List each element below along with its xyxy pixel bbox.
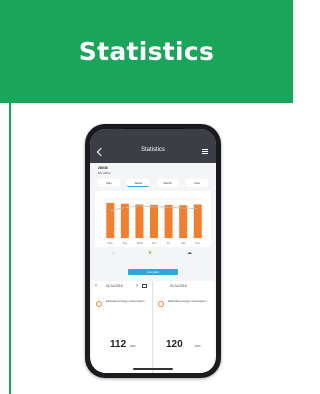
chart-x-tick: Sun xyxy=(195,241,200,245)
app-bar: Statistics xyxy=(90,129,216,163)
chart-point xyxy=(167,206,170,209)
next-week-arrow[interactable]: › xyxy=(136,283,138,289)
compare-date: 23 Jul 2018 xyxy=(170,284,187,288)
compare-label: Estimated energy consumption xyxy=(168,299,207,303)
page-title: Statistics xyxy=(78,37,215,66)
tab-month[interactable]: Month xyxy=(156,179,179,187)
compare-card-right: 23 Jul 2018 Estimated energy consumption… xyxy=(154,281,214,373)
menu-icon[interactable] xyxy=(202,149,208,154)
compare-value: 120 xyxy=(166,339,183,350)
calendar-icon[interactable] xyxy=(142,284,147,288)
compare-unit: kWh xyxy=(130,344,136,348)
chart-point xyxy=(182,207,185,209)
sun-icon xyxy=(158,301,164,307)
chart-x-tick: Tue xyxy=(122,241,127,245)
period-tabs: Day Week Month Year xyxy=(98,179,208,188)
chart-x-tick: Fri xyxy=(167,241,171,245)
chart-point xyxy=(153,205,155,208)
site-name: My Office xyxy=(98,171,111,175)
leaf-icon: ❦ xyxy=(148,250,153,256)
cloud-icon: ☁ xyxy=(187,250,192,256)
chart-bar xyxy=(120,203,129,238)
chart-bar xyxy=(106,202,115,238)
chart-point xyxy=(109,209,112,212)
thermometer-icon: ↓ xyxy=(112,250,115,256)
phone-screen: Statistics 26040 My Office Day Week Mont… xyxy=(90,129,216,373)
phone-mockup: Statistics 26040 My Office Day Week Mont… xyxy=(85,124,221,378)
tab-day[interactable]: Day xyxy=(98,179,120,187)
chart-bar xyxy=(164,204,173,238)
chart-x-tick: Mon xyxy=(108,241,114,245)
compare-date: 16 Jul 2018 xyxy=(106,284,123,288)
compare-value: 112 xyxy=(110,339,127,350)
compare-card-left: ‹ 16 Jul 2018 › Estimated energy consump… xyxy=(92,281,152,373)
chart-x-tick: Wed xyxy=(137,241,143,245)
chart-point xyxy=(196,207,199,210)
left-accent-border xyxy=(9,103,11,394)
chart-x-tick: Thu xyxy=(152,241,157,245)
compare-divider xyxy=(152,281,153,373)
page-header: Statistics xyxy=(0,0,293,103)
site-id: 26040 xyxy=(98,166,108,170)
prev-week-arrow[interactable]: ‹ xyxy=(95,283,97,289)
tab-year[interactable]: Year xyxy=(185,179,208,187)
chart-bar xyxy=(135,204,144,238)
chart-x-tick: Sat xyxy=(181,241,185,245)
compare-unit: kWh xyxy=(195,344,201,348)
sun-icon xyxy=(96,301,102,307)
chart-bar xyxy=(193,204,202,238)
chart-point xyxy=(123,206,126,209)
chart-bar xyxy=(179,205,188,238)
energy-chart: Mon Tue Wed Thu Fri Sat Sun xyxy=(95,191,211,247)
home-indicator xyxy=(133,368,173,370)
tab-week[interactable]: Week xyxy=(127,179,150,187)
chart-bar xyxy=(149,204,159,238)
chart-point xyxy=(138,205,141,207)
compare-label: Estimated energy consumption xyxy=(106,299,145,303)
energy-chart-svg: Mon Tue Wed Thu Fri Sat Sun xyxy=(103,198,205,245)
app-title: Statistics xyxy=(140,147,165,153)
compare-button[interactable]: Compare xyxy=(128,269,178,275)
